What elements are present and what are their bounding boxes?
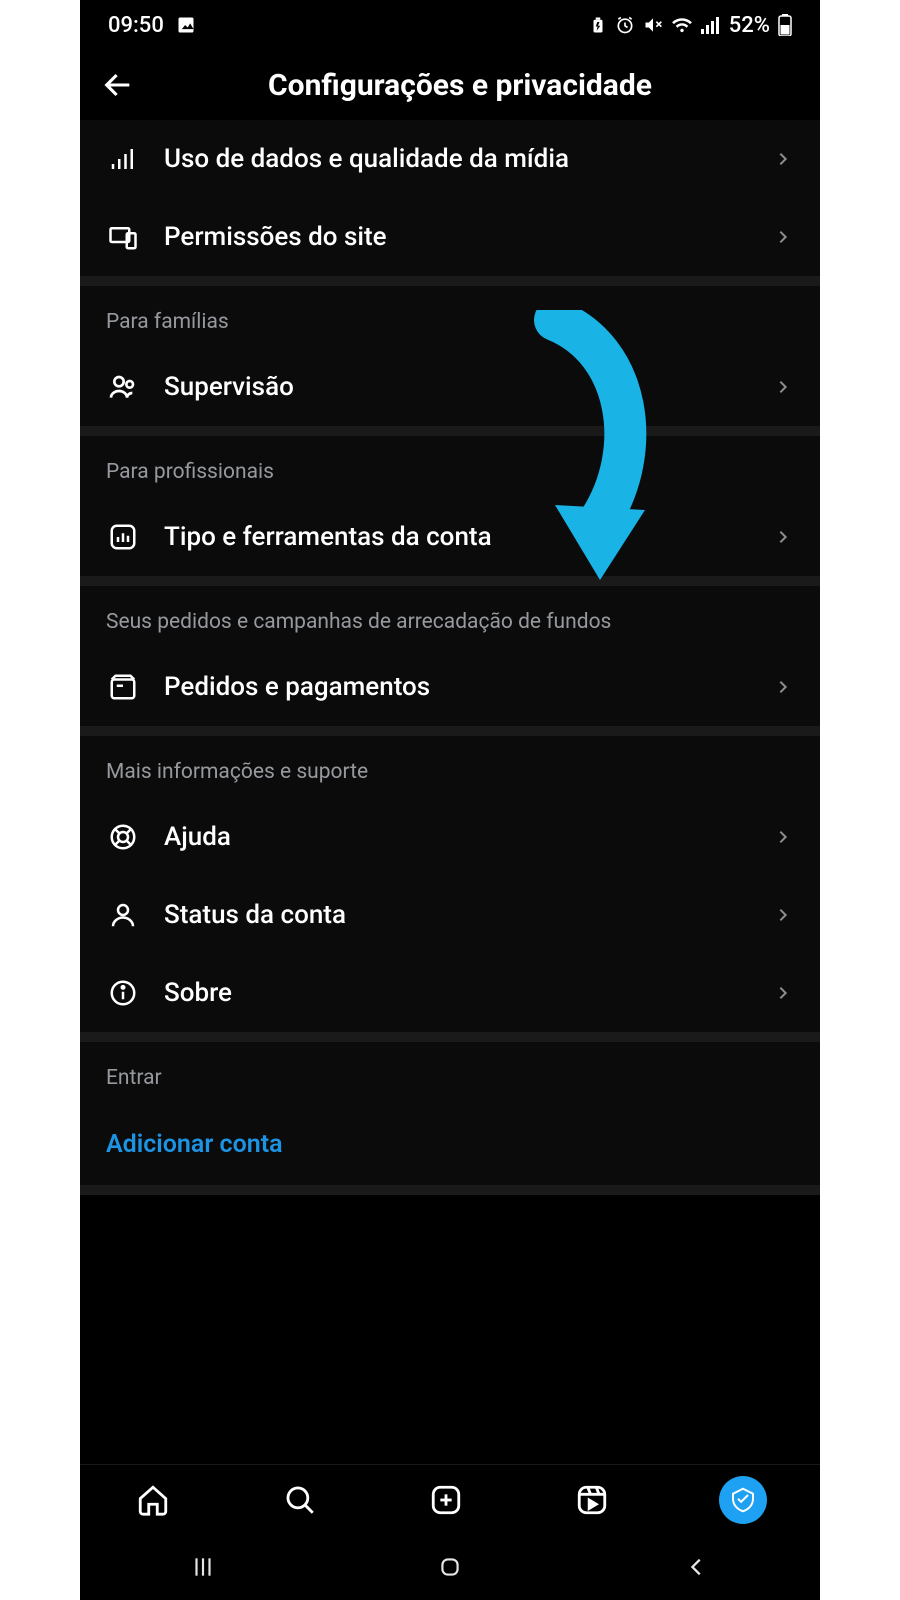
section-header: Entrar [80,1042,820,1104]
gallery-icon [176,15,196,35]
chevron-right-icon [772,226,794,248]
row-label: Status da conta [164,900,748,930]
lifebuoy-icon [106,820,140,854]
wifi-icon [671,16,693,34]
section-header: Para famílias [80,286,820,348]
mute-icon [643,15,663,35]
row-orders-payments[interactable]: Pedidos e pagamentos [80,648,820,726]
section-support: Mais informações e suporte Ajuda Status … [80,736,820,1032]
info-icon [106,976,140,1010]
tab-create[interactable] [426,1480,466,1520]
signal-icon [701,16,721,34]
phone-screen: 09:50 52% Configurações e privacidade [80,0,820,1600]
devices-icon [106,220,140,254]
battery-icon [778,14,792,36]
chevron-right-icon [772,904,794,926]
section-orders: Seus pedidos e campanhas de arrecadação … [80,586,820,726]
section-login: Entrar Adicionar conta [80,1042,820,1185]
row-data-usage[interactable]: Uso de dados e qualidade da mídia [80,120,820,198]
person-icon [106,898,140,932]
row-label: Sobre [164,978,748,1008]
section-header: Mais informações e suporte [80,736,820,798]
charge-icon [589,16,607,34]
nav-home[interactable] [420,1547,480,1587]
chevron-right-icon [772,376,794,398]
nav-recents[interactable] [173,1547,233,1587]
signal-bars-icon [106,142,140,176]
status-time: 09:50 [108,13,164,38]
row-site-permissions[interactable]: Permissões do site [80,198,820,276]
add-account-link[interactable]: Adicionar conta [80,1104,820,1185]
chevron-right-icon [772,826,794,848]
app-tabbar [80,1464,820,1534]
chevron-right-icon [772,982,794,1004]
row-account-tools[interactable]: Tipo e ferramentas da conta [80,498,820,576]
battery-text: 52% [729,13,770,38]
tab-profile[interactable] [719,1476,767,1524]
row-label: Tipo e ferramentas da conta [164,522,748,552]
chevron-right-icon [772,526,794,548]
android-navbar [80,1534,820,1600]
row-label: Ajuda [164,822,748,852]
alarm-icon [615,15,635,35]
tab-reels[interactable] [572,1480,612,1520]
row-account-status[interactable]: Status da conta [80,876,820,954]
section-top: Uso de dados e qualidade da mídia Permis… [80,120,820,276]
status-bar: 09:50 52% [80,0,820,50]
row-label: Permissões do site [164,222,748,252]
row-label: Pedidos e pagamentos [164,672,748,702]
chevron-right-icon [772,148,794,170]
row-help[interactable]: Ajuda [80,798,820,876]
tab-home[interactable] [133,1480,173,1520]
page-title: Configurações e privacidade [118,68,802,103]
section-professionals: Para profissionais Tipo e ferramentas da… [80,436,820,576]
people-icon [106,370,140,404]
chart-box-icon [106,520,140,554]
row-label: Supervisão [164,372,748,402]
section-families: Para famílias Supervisão [80,286,820,426]
section-header: Para profissionais [80,436,820,498]
nav-back[interactable] [667,1547,727,1587]
page-header: Configurações e privacidade [80,50,820,120]
tab-search[interactable] [280,1480,320,1520]
row-label: Uso de dados e qualidade da mídia [164,144,748,174]
chevron-right-icon [772,676,794,698]
box-icon [106,670,140,704]
row-about[interactable]: Sobre [80,954,820,1032]
row-supervision[interactable]: Supervisão [80,348,820,426]
section-header: Seus pedidos e campanhas de arrecadação … [80,586,820,648]
